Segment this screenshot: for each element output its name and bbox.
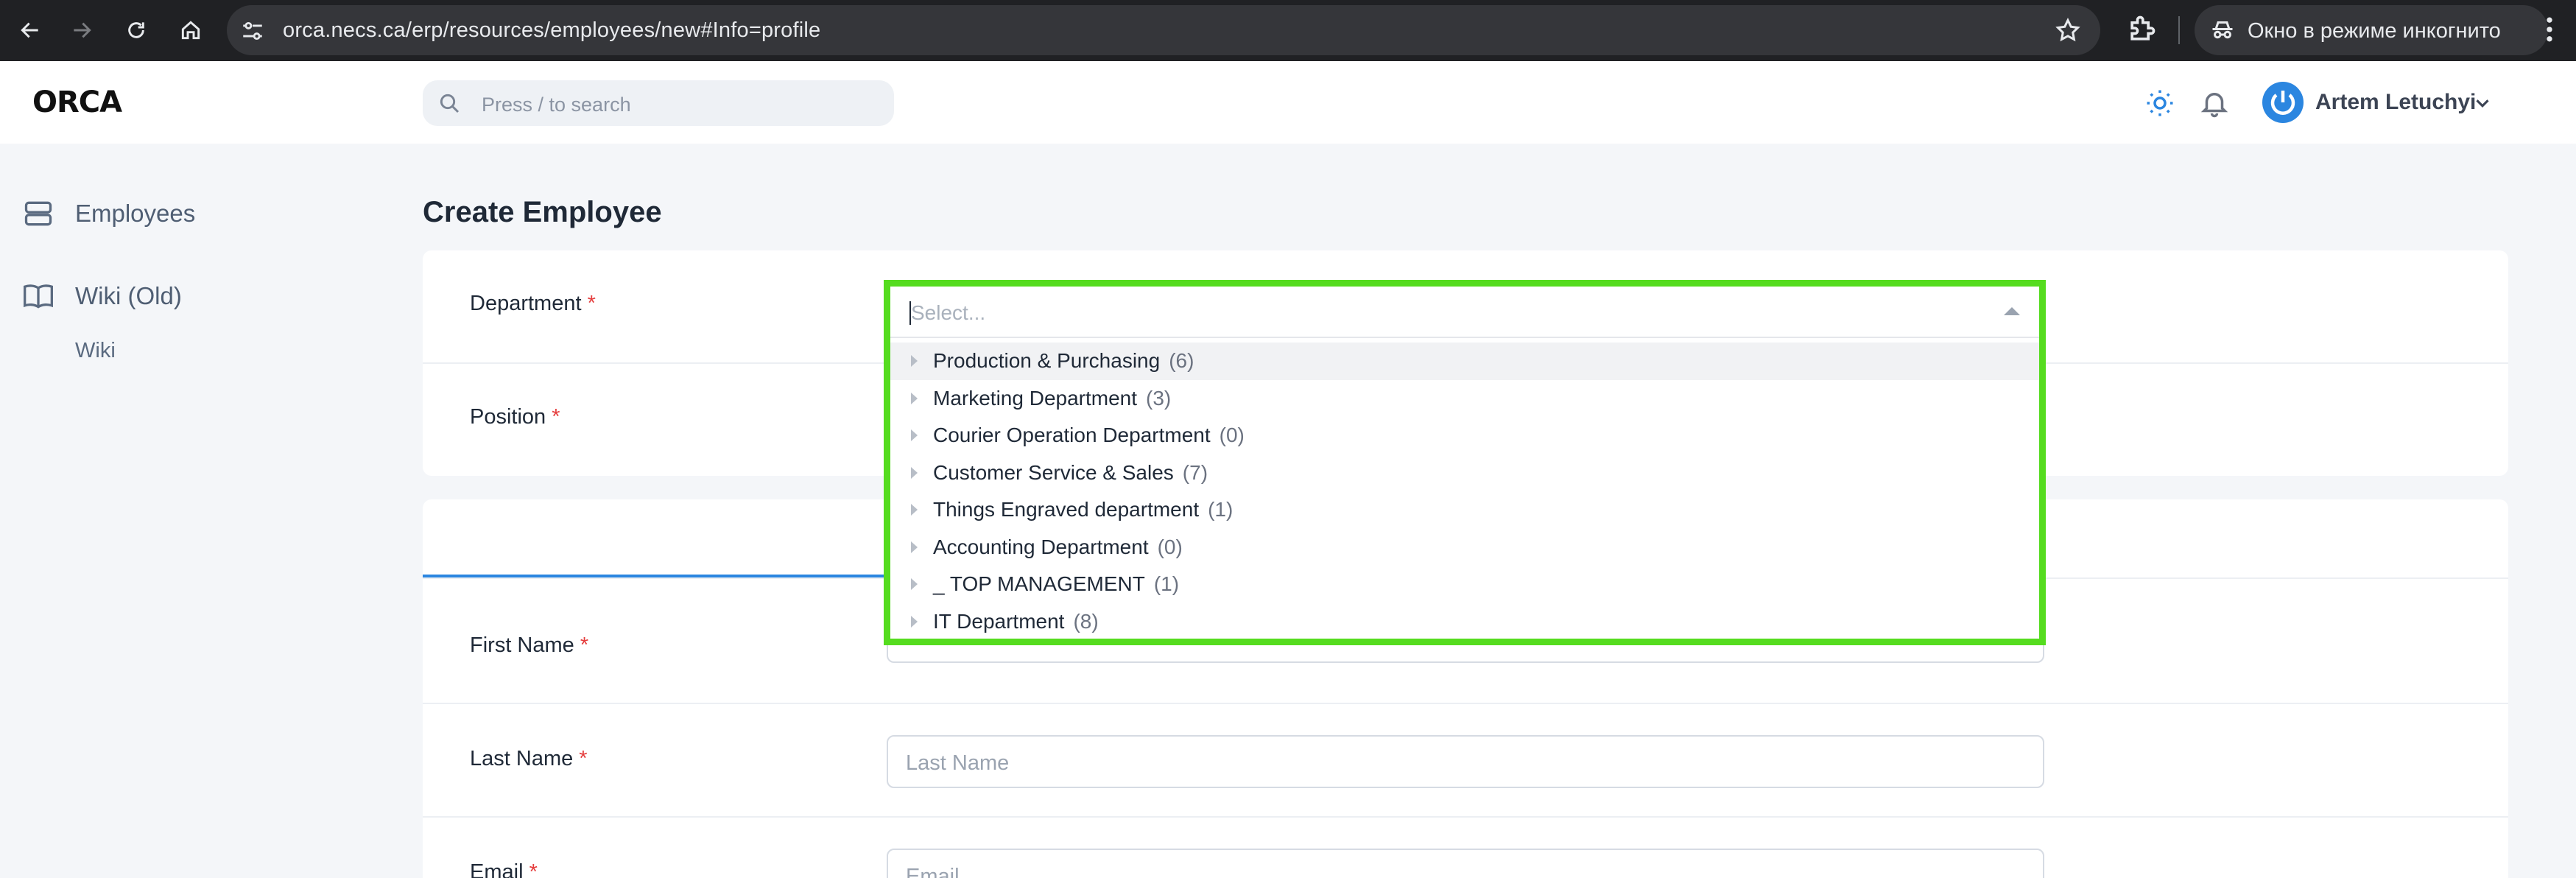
- incognito-badge[interactable]: Окно в режиме инкогнито: [2195, 5, 2548, 55]
- browser-menu-icon[interactable]: [2533, 13, 2566, 46]
- toolbar-separator: [2178, 16, 2180, 44]
- department-select-input[interactable]: Select...: [890, 287, 2039, 338]
- expand-triangle-icon[interactable]: [911, 429, 918, 442]
- position-label: Position *: [470, 405, 560, 429]
- expand-triangle-icon[interactable]: [911, 355, 918, 368]
- department-option[interactable]: Marketing Department (3): [890, 380, 2039, 418]
- sidebar-item-wiki-old[interactable]: Wiki (Old): [22, 280, 182, 312]
- department-option[interactable]: Things Engraved department (1): [890, 491, 2039, 529]
- department-option[interactable]: Production & Purchasing (6): [890, 343, 2039, 380]
- chevron-down-icon[interactable]: [2471, 92, 2494, 114]
- server-icon: [24, 201, 52, 226]
- department-option[interactable]: _ TOP MANAGEMENT (1): [890, 566, 2039, 603]
- theme-toggle-sun-icon[interactable]: [2144, 88, 2175, 119]
- address-bar[interactable]: orca.necs.ca/erp/resources/employees/new…: [227, 5, 2100, 55]
- department-label: Department *: [470, 292, 596, 315]
- select-placeholder: Select...: [911, 301, 986, 324]
- search-icon: [440, 94, 460, 113]
- email-field[interactable]: Email: [887, 849, 2044, 878]
- page-title: Create Employee: [423, 196, 662, 228]
- department-option-count: (1): [1153, 572, 1180, 596]
- email-label: Email *: [470, 860, 538, 878]
- department-options-list: Production & Purchasing (6) Marketing Depa…: [890, 343, 2039, 640]
- reload-icon[interactable]: [118, 12, 155, 49]
- sidebar-item-employees[interactable]: Employees: [22, 197, 195, 230]
- extensions-icon[interactable]: [2125, 13, 2158, 46]
- back-icon[interactable]: [12, 12, 49, 49]
- department-option[interactable]: Courier Operation Department (0): [890, 417, 2039, 454]
- department-option-label: Courier Operation Department (0): [933, 424, 1245, 447]
- expand-triangle-icon[interactable]: [911, 504, 918, 516]
- sidebar-subitem-wiki[interactable]: Wiki: [75, 339, 116, 363]
- department-option[interactable]: Customer Service & Sales (7): [890, 454, 2039, 492]
- site-settings-icon[interactable]: [240, 18, 265, 43]
- logo-text: ORCA: [32, 85, 122, 119]
- first-name-label: First Name *: [470, 633, 589, 657]
- row-divider: [423, 703, 2508, 704]
- expand-triangle-icon[interactable]: [911, 392, 918, 404]
- expand-triangle-icon[interactable]: [911, 541, 918, 553]
- department-option-label: _ TOP MANAGEMENT (1): [933, 572, 1180, 596]
- department-option-count: (3): [1146, 386, 1172, 410]
- sidebar-item-label: Wiki (Old): [75, 282, 182, 309]
- department-option-label: Accounting Department (0): [933, 535, 1183, 558]
- department-option-count: (7): [1182, 460, 1208, 484]
- department-option-count: (0): [1157, 535, 1183, 558]
- department-option[interactable]: IT Department (8): [890, 603, 2039, 641]
- department-option-label: Marketing Department (3): [933, 386, 1172, 410]
- avatar[interactable]: [2262, 82, 2304, 123]
- browser-chrome: orca.necs.ca/erp/resources/employees/new…: [0, 0, 2576, 61]
- incognito-label: Окно в режиме инкогнито: [2248, 19, 2501, 43]
- app-header: ORCA Press / to search Artem Letuchyi: [0, 61, 2576, 144]
- department-option-count: (1): [1208, 498, 1234, 521]
- row-divider: [423, 816, 2508, 818]
- power-icon: [2270, 91, 2295, 115]
- department-option-count: (6): [1169, 349, 1194, 373]
- notifications-bell-icon[interactable]: [2199, 88, 2230, 119]
- sidebar-item-label: Employees: [75, 200, 196, 227]
- department-option-label: Production & Purchasing (6): [933, 349, 1194, 373]
- url-text[interactable]: orca.necs.ca/erp/resources/employees/new…: [283, 18, 820, 43]
- department-option-label: IT Department (8): [933, 609, 1099, 633]
- department-option[interactable]: Accounting Department (0): [890, 529, 2039, 566]
- user-name[interactable]: Artem Letuchyi: [2315, 90, 2476, 115]
- last-name-label: Last Name *: [470, 747, 588, 770]
- email-placeholder: Email: [906, 865, 960, 878]
- incognito-icon: [2212, 21, 2233, 39]
- last-name-placeholder: Last Name: [906, 751, 1010, 775]
- expand-triangle-icon[interactable]: [911, 615, 918, 628]
- caret-up-icon[interactable]: [2004, 307, 2020, 315]
- search-placeholder: Press / to search: [482, 94, 631, 116]
- department-option-label: Customer Service & Sales (7): [933, 460, 1208, 484]
- forward-icon[interactable]: [63, 12, 100, 49]
- text-cursor: [909, 301, 911, 325]
- home-icon[interactable]: [172, 12, 209, 49]
- expand-triangle-icon[interactable]: [911, 578, 918, 591]
- department-select-dropdown[interactable]: Select... Production & Purchasing (6) Mark…: [884, 280, 2046, 645]
- bookmark-star-icon[interactable]: [2055, 17, 2081, 43]
- department-option-count: (0): [1219, 424, 1245, 447]
- last-name-field[interactable]: Last Name: [887, 735, 2044, 788]
- department-option-label: Things Engraved department (1): [933, 498, 1234, 521]
- search-input[interactable]: Press / to search: [423, 80, 894, 126]
- expand-triangle-icon[interactable]: [911, 466, 918, 479]
- book-icon: [24, 284, 53, 309]
- department-option-count: (8): [1073, 609, 1099, 633]
- orca-logo[interactable]: ORCA: [32, 85, 122, 119]
